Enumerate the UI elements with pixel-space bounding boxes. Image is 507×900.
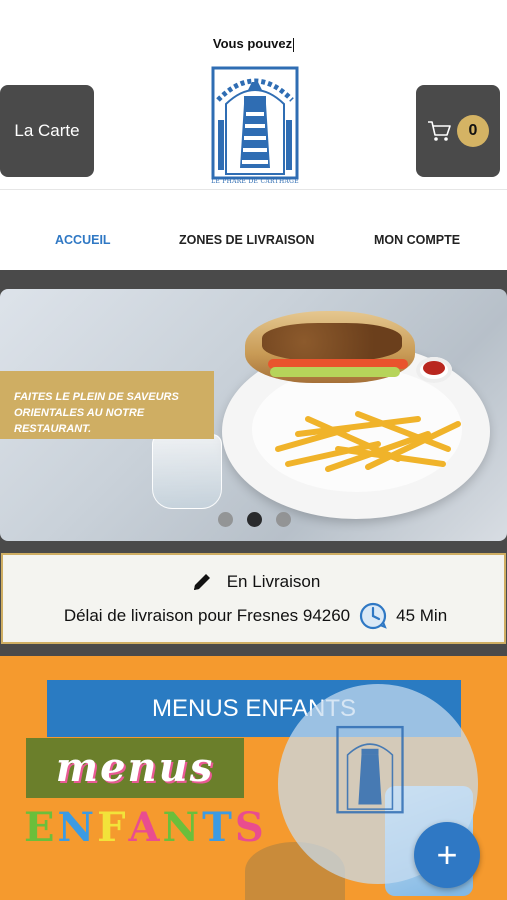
carousel-dot-3[interactable] (276, 512, 291, 527)
sandwich-lettuce (270, 367, 400, 377)
plus-icon: + (436, 834, 458, 875)
delivery-mode-label: En Livraison (226, 572, 321, 591)
notice-text: Vous pouvez (212, 36, 295, 52)
delivery-info-card[interactable]: En Livraison Délai de livraison pour Fre… (1, 553, 506, 644)
category-art-word-2: ENFANTS (24, 804, 267, 851)
category-art-word-1: menus (26, 738, 244, 798)
logo-caption: LE PHARE DE CARTHAGE (211, 178, 299, 185)
carousel-dot-1[interactable] (218, 512, 233, 527)
promo-line-1: FAITES LE PLEIN DE SAVEURS (14, 391, 179, 403)
delivery-delay-value: 45 Min (396, 606, 448, 625)
cart-count-badge: 0 (457, 115, 489, 147)
promo-text-box: FAITES LE PLEIN DE SAVEURS ORIENTALES AU… (0, 371, 214, 439)
main-nav: ACCUEIL ZONES DE LIVRAISON MON COMPTE (0, 233, 507, 251)
sauce (423, 361, 445, 375)
promo-carousel[interactable]: FAITES LE PLEIN DE SAVEURS ORIENTALES AU… (0, 289, 507, 541)
sandwich-filling (262, 323, 402, 361)
promo-line-2: ORIENTALES AU NOTRE RESTAURANT. (14, 407, 145, 435)
cart-button[interactable]: 0 (416, 85, 500, 177)
carousel-dot-2[interactable] (247, 512, 262, 527)
add-button[interactable]: + (414, 822, 480, 888)
restaurant-logo[interactable] (210, 64, 300, 188)
fries-image (275, 411, 461, 472)
delivery-delay-text: Délai de livraison pour Fresnes 94260 (63, 606, 351, 625)
overlay-logo (336, 725, 404, 814)
shopping-cart-icon (428, 121, 451, 141)
header-divider (0, 189, 507, 190)
la-carte-label: La Carte (14, 121, 80, 140)
pencil-icon[interactable] (191, 571, 213, 593)
tab-accueil[interactable]: ACCUEIL (55, 233, 111, 247)
water-glass-image (152, 434, 222, 509)
carousel-dots (218, 512, 291, 527)
tab-mon-compte[interactable]: MON COMPTE (374, 233, 460, 247)
tab-zones-de-livraison[interactable]: ZONES DE LIVRAISON (179, 233, 314, 247)
clock-icon (360, 602, 387, 630)
la-carte-button[interactable]: La Carte (0, 85, 94, 177)
